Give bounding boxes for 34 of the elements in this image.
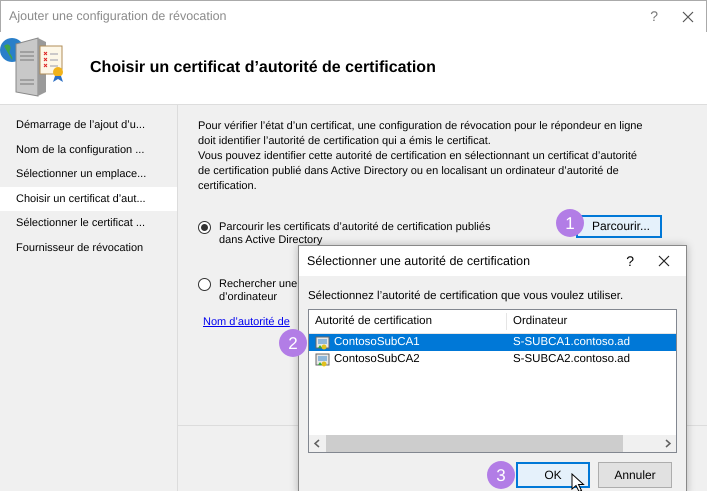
- mouse-cursor-icon: [571, 473, 585, 491]
- help-button[interactable]: ?: [626, 250, 634, 272]
- page-heading: Choisir un certificat d’autorité de certification: [90, 58, 436, 78]
- wizard-step[interactable]: Nom de la configuration ...: [0, 138, 177, 162]
- radio-button[interactable]: [198, 278, 211, 291]
- browse-button[interactable]: Parcourir...: [576, 215, 662, 238]
- wizard-step[interactable]: Fournisseur de révocation: [0, 236, 177, 260]
- dialog-button[interactable]: Annuler: [598, 462, 672, 488]
- description-text: Vous pouvez identifier cette autorité de certification en sélectionnant un certificat d’autorité de certification publié dans Active Directory ou en localisant un ordinateur d’autorité de certification.: [198, 149, 638, 194]
- close-icon[interactable]: [658, 255, 670, 267]
- help-button[interactable]: ?: [650, 6, 658, 27]
- option-label[interactable]: Parcourir les certificats d’autorité de certification publiés dans Active Directory: [219, 221, 509, 247]
- wizard-step[interactable]: Sélectionner un emplace...: [0, 162, 177, 186]
- horizontal-scrollbar[interactable]: [309, 435, 676, 452]
- window-title: Ajouter une configuration de révocation: [9, 8, 228, 26]
- dialog-button[interactable]: OK: [516, 462, 590, 488]
- table-cell-text: ContosoSubCA1: [334, 335, 420, 350]
- step-number-badge: 2: [279, 329, 307, 358]
- step-number-badge: 3: [487, 461, 515, 490]
- wizard-step[interactable]: Choisir un certificat d’aut...: [0, 186, 177, 211]
- dialog-title: Sélectionner une autorité de certification: [307, 252, 532, 270]
- description-text: Pour vérifier l’état d’un certificat, une configuration de révocation pour le répondeur en ligne doit identifier l’autorité de certification qui a émis le certificat.: [198, 119, 644, 149]
- column-header[interactable]: Autorité de certification: [309, 313, 507, 330]
- instruction-text: Sélectionnez l’autorité de certification que vous voulez utiliser.: [307, 289, 624, 304]
- scrollbar-thumb[interactable]: [326, 435, 623, 452]
- step-number-badge: 1: [556, 209, 584, 237]
- column-header[interactable]: Ordinateur: [507, 313, 568, 330]
- radio-button[interactable]: [198, 221, 211, 234]
- wizard-step[interactable]: Sélectionner le certificat ...: [0, 211, 177, 236]
- ca-name-link[interactable]: Nom d’autorité de: [203, 316, 290, 328]
- option-label[interactable]: Rechercher une d’ordinateur: [219, 278, 299, 304]
- table-cell-text: S-SUBCA1.contoso.ad: [512, 335, 630, 350]
- close-icon[interactable]: [682, 10, 694, 22]
- wizard-step[interactable]: Démarrage de l’ajout d’u...: [0, 113, 177, 138]
